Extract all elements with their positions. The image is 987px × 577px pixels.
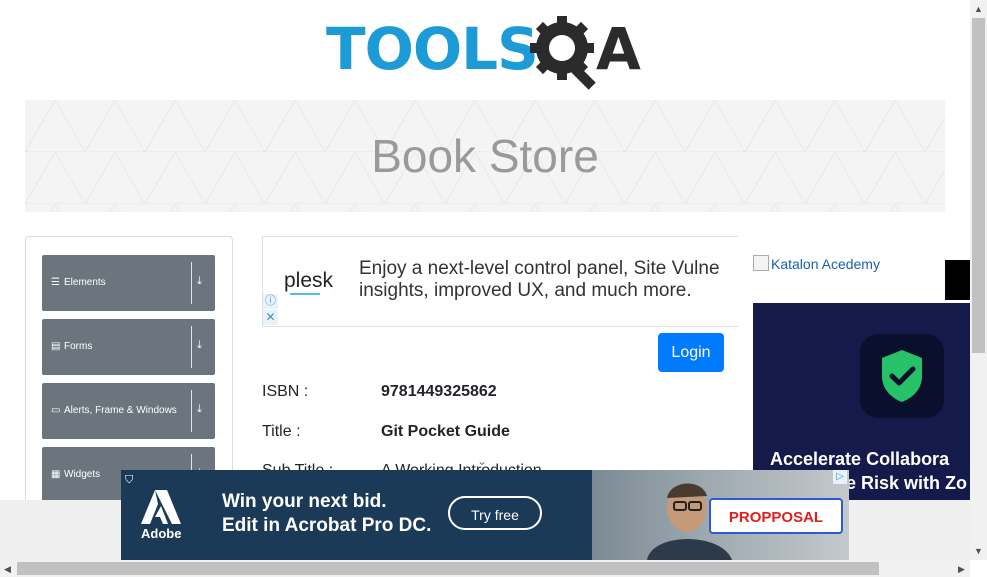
sidebar-group-forms[interactable]: ▤ Forms ⤓ — [42, 319, 215, 375]
brand-underline — [290, 293, 320, 295]
katalon-ad[interactable]: Katalon Acedemy Accelerate Collabora e R… — [738, 236, 970, 500]
group-divider — [191, 390, 192, 432]
plesk-ad[interactable]: plesk Enjoy a next-level control panel, … — [262, 236, 739, 327]
shield-check-icon — [860, 334, 944, 418]
sidebar-group-label: Elements — [64, 277, 106, 288]
adobe-ad[interactable]: Adobe ⛉ Win your next bid. Edit in Acrob… — [121, 470, 849, 560]
page-title: Book Store — [371, 130, 599, 182]
bottom-ad-line-1: Win your next bid. — [222, 491, 387, 512]
sidebar-group-elements[interactable]: ☰ Elements ⤓ — [42, 255, 215, 311]
scroll-left-arrow-icon[interactable]: ◀ — [4, 564, 11, 574]
sidebar-group-alerts-frame-windows[interactable]: ▭ Alerts, Frame & Windows ⤓ — [42, 383, 215, 439]
adobe-a-icon — [141, 490, 181, 524]
ad-info-icon[interactable]: ⓘ — [263, 294, 278, 309]
download-arrow-icon: ⤓ — [197, 275, 202, 287]
broken-image-icon — [753, 255, 769, 271]
ad-copy-line-2: insights, improved UX, and much more. — [359, 280, 692, 301]
isbn-value: 9781449325862 — [381, 383, 497, 400]
vertical-scroll-thumb[interactable] — [972, 18, 985, 353]
sidebar-group-label: Forms — [64, 341, 93, 352]
ad-copy-line-1: Enjoy a next-level control panel, Site V… — [359, 258, 720, 279]
katalon-image-alt: Katalon Acedemy — [771, 256, 880, 272]
group-divider — [191, 326, 192, 368]
form-icon: ▤ — [51, 341, 61, 352]
horizontal-scroll-thumb[interactable] — [17, 562, 879, 575]
ad-copy: Enjoy a next-level control panel, Site V… — [359, 258, 720, 302]
ad-info-icon[interactable]: ▷ — [833, 470, 847, 484]
ad-dark-bar — [945, 260, 970, 300]
chevron-down-icon[interactable]: ⌄ — [477, 454, 487, 468]
title-value: Git Pocket Guide — [381, 423, 510, 440]
logo-text-a: A — [596, 15, 641, 83]
isbn-label: ISBN : — [262, 383, 309, 400]
scroll-up-arrow-icon[interactable]: ▲ — [974, 4, 983, 14]
ad-privacy-icon[interactable]: ⛉ — [125, 474, 133, 487]
toolsqa-logo[interactable]: TOOLS A — [326, 14, 656, 94]
scroll-right-arrow-icon[interactable]: ▶ — [958, 564, 965, 574]
ad-headline-line-1: Accelerate Collabora — [770, 449, 950, 469]
grid-icon: ▦ — [51, 469, 61, 480]
group-divider — [191, 262, 192, 304]
window-icon: ▭ — [51, 405, 61, 416]
adobe-wordmark: Adobe — [141, 526, 182, 541]
sidebar-group-label: Alerts, Frame & Windows — [64, 405, 177, 416]
ad-close-icon[interactable]: ✕ — [263, 310, 278, 325]
bottom-ad-copy: Win your next bid. Edit in Acrobat Pro D… — [222, 490, 431, 538]
ad-brand: plesk — [284, 269, 334, 292]
menu-lines-icon: ☰ — [51, 277, 60, 288]
subtitle-value: A Working Introduction — [381, 462, 542, 470]
sidebar-group-label: Widgets — [64, 469, 101, 480]
bottom-ad-line-2: Edit in Acrobat Pro DC. — [222, 515, 432, 536]
proposal-text-box: PROPPOSAL — [709, 498, 843, 534]
page-banner: Book Store — [25, 100, 945, 212]
left-sidebar: ☰ Elements ⤓ ▤ Forms ⤓ ▭ Alerts, Frame &… — [25, 236, 233, 508]
logo-text-tools: TOOLS — [326, 15, 539, 83]
scroll-down-arrow-icon[interactable]: ▼ — [974, 546, 983, 556]
try-free-button[interactable]: Try free — [448, 496, 542, 530]
title-label: Title : — [262, 423, 301, 440]
subtitle-label: Sub Title : — [262, 462, 333, 470]
download-arrow-icon: ⤓ — [197, 339, 202, 351]
download-arrow-icon: ⤓ — [197, 403, 202, 415]
login-button[interactable]: Login — [658, 333, 724, 372]
